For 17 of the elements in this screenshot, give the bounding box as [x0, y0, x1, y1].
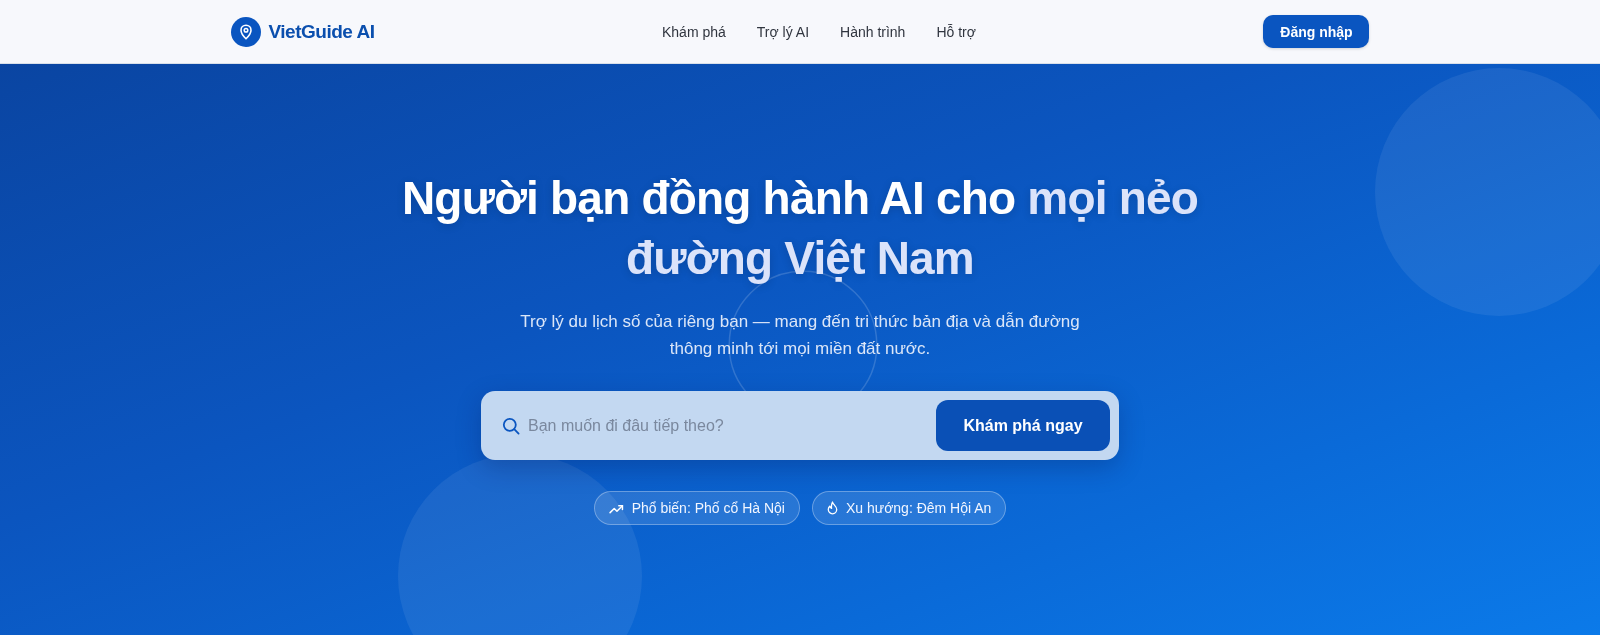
suggestion-chip[interactable]: Phổ biến: Phố cổ Hà Nội [593, 491, 800, 525]
brand-name[interactable]: VietGuide AI [268, 20, 375, 43]
login-button[interactable]: Đăng nhập [1263, 15, 1370, 48]
hero-title: Người bạn đồng hành AI cho mọi nẻo đường Việt Nam [400, 171, 1200, 286]
suggestion-chip[interactable]: Xu hướng: Đêm Hội An [811, 491, 1007, 525]
trending-up-icon [608, 502, 624, 514]
nav-link[interactable]: Hành trình [840, 23, 906, 40]
search-bar[interactable]: Bạn muốn đi đâu tiếp theo? Khám phá ngay [481, 391, 1119, 460]
explore-button[interactable]: Khám phá ngay [936, 400, 1110, 451]
nav-link[interactable]: Hỗ trợ [936, 23, 976, 40]
map-pin-logo-icon [230, 16, 261, 47]
nav-link[interactable]: Trợ lý AI [756, 23, 810, 40]
search-icon [502, 416, 520, 435]
hero-subtitle: Trợ lý du lịch số của riêng bạn — mang đến tri thức bản địa và dẫn đường thông minh tới mọi miền đất nước. [519, 311, 1081, 360]
nav-link[interactable]: Khám phá [661, 23, 726, 40]
search-input[interactable]: Bạn muốn đi đâu tiếp theo? [528, 405, 936, 446]
flame-icon [826, 501, 838, 515]
